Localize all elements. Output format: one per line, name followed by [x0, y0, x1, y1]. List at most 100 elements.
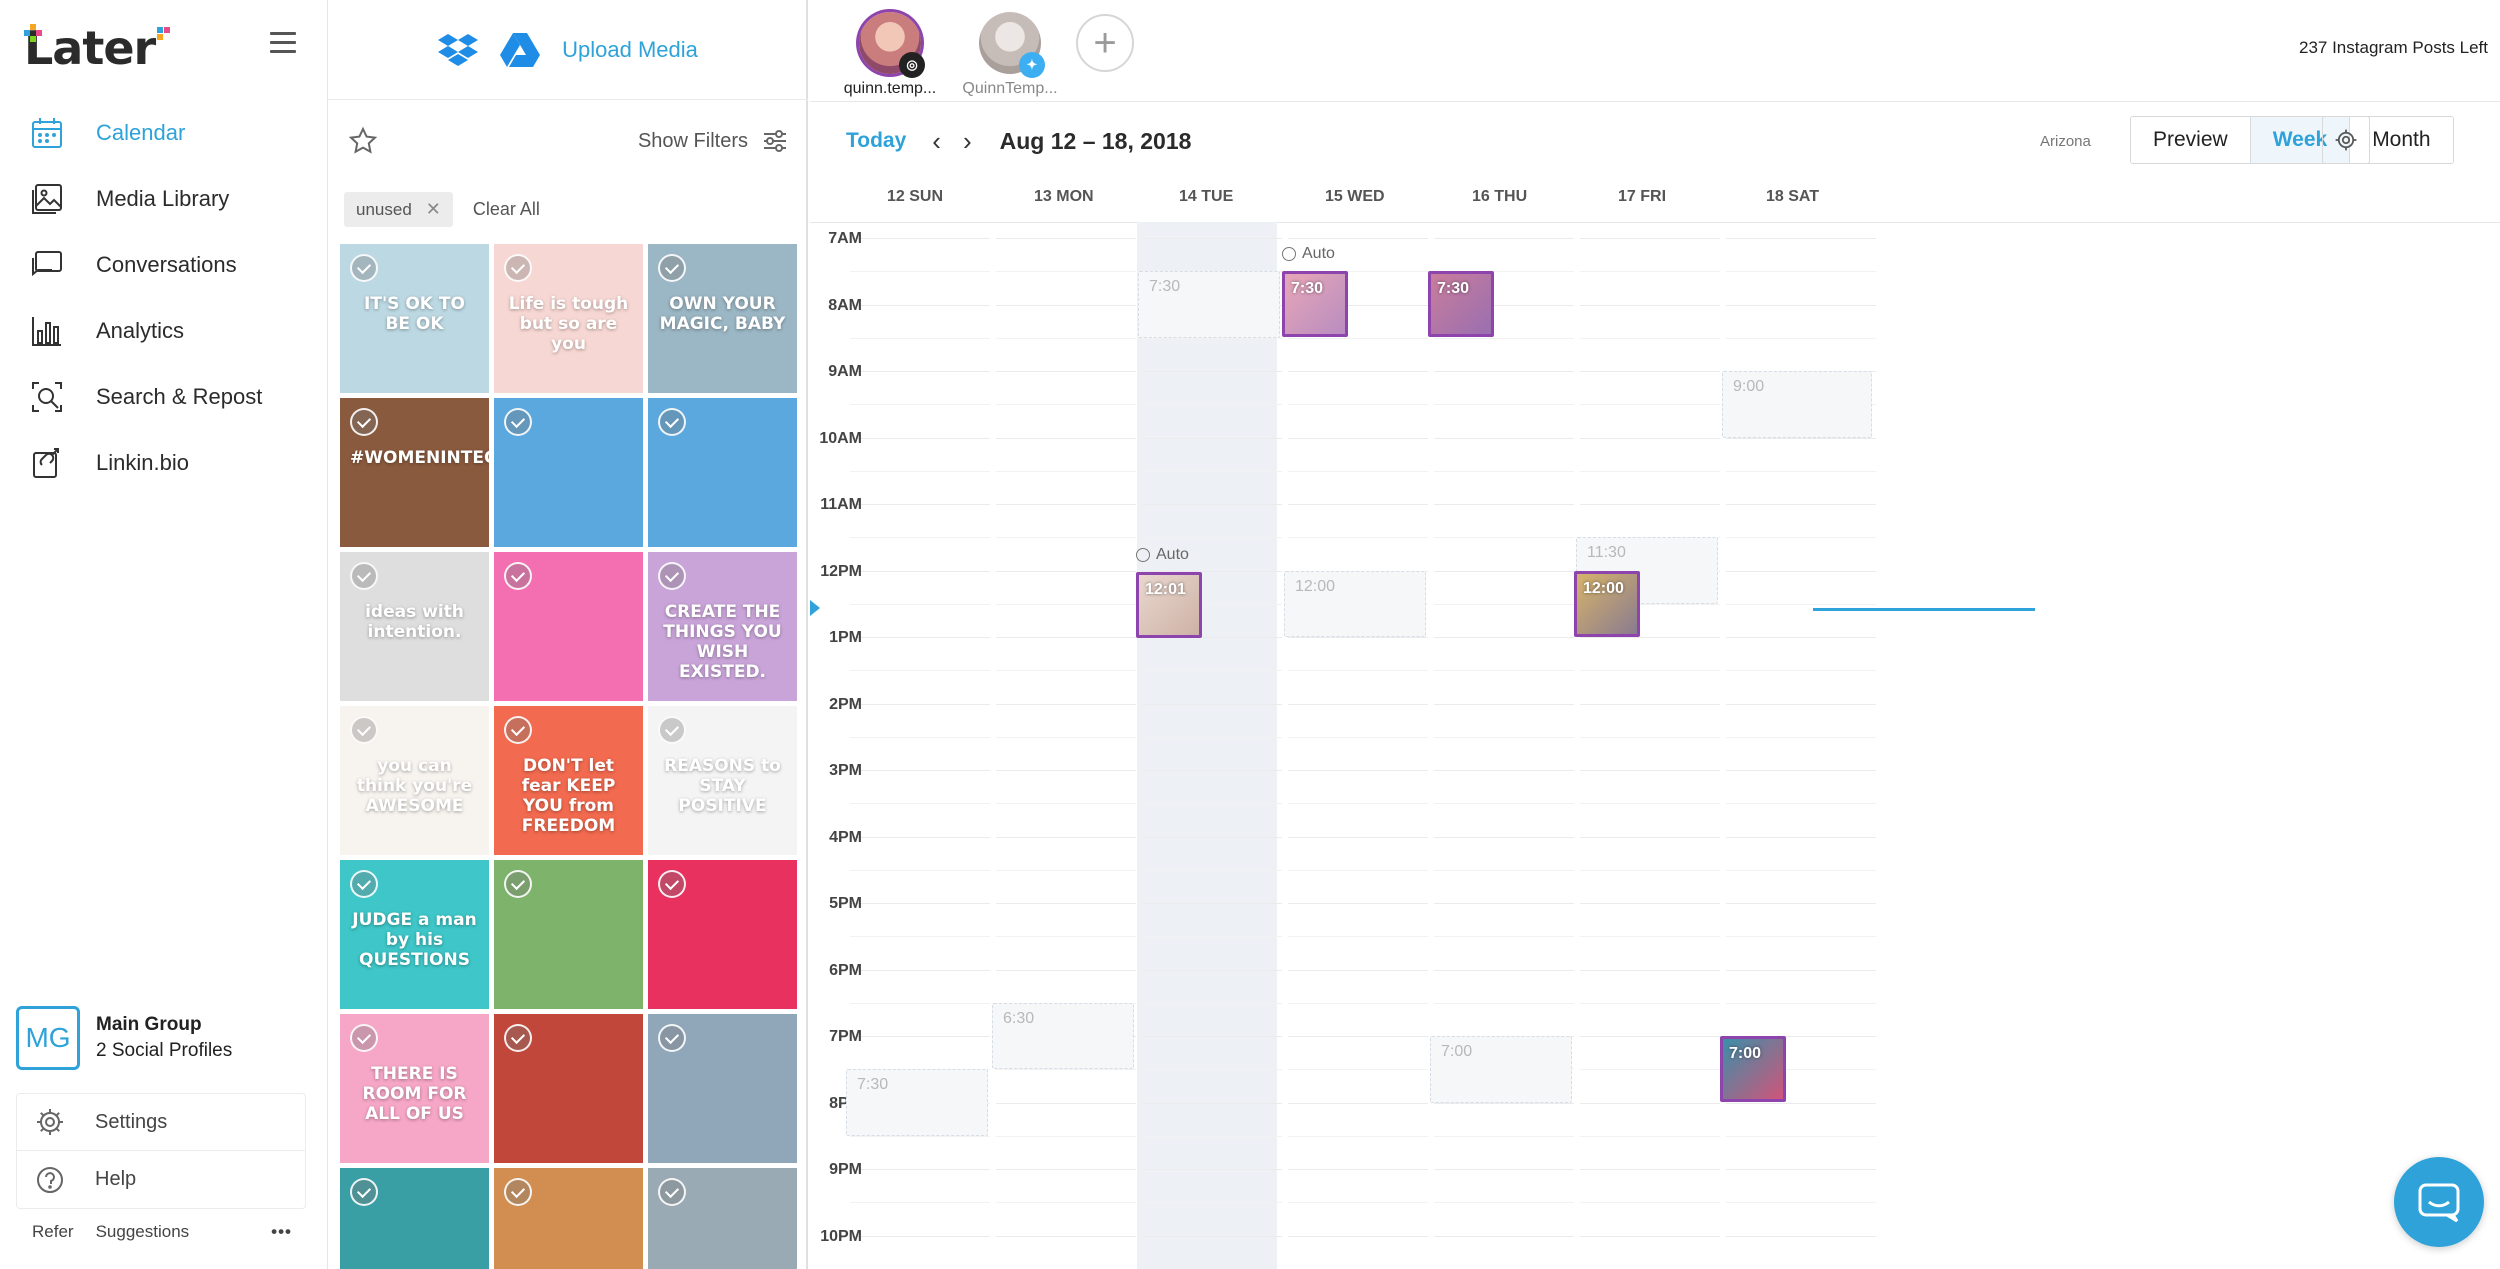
select-checkbox-icon[interactable]: [504, 1178, 532, 1206]
profile-twitter[interactable]: ✦ QuinnTemp...: [950, 12, 1070, 98]
media-tile[interactable]: you can think you're AWESOME: [340, 706, 489, 855]
select-checkbox-icon[interactable]: [350, 562, 378, 590]
select-checkbox-icon[interactable]: [350, 1178, 378, 1206]
media-tile[interactable]: [340, 1168, 489, 1269]
media-tile[interactable]: [494, 1168, 643, 1269]
select-checkbox-icon[interactable]: [504, 408, 532, 436]
close-icon[interactable]: ✕: [426, 199, 441, 220]
media-tile[interactable]: [648, 1014, 797, 1163]
chevron-right-icon[interactable]: ›: [963, 128, 972, 154]
support-chat-button[interactable]: [2394, 1157, 2484, 1247]
empty-time-slot[interactable]: 9:00: [1722, 371, 1872, 438]
media-tile[interactable]: REASONS to STAY POSITIVE: [648, 706, 797, 855]
media-tile[interactable]: [494, 860, 643, 1009]
media-tile[interactable]: OWN YOUR MAGIC, BABY: [648, 244, 797, 393]
nav-label: Analytics: [96, 318, 185, 343]
scheduled-post[interactable]: 12:01: [1136, 571, 1202, 638]
scheduled-post[interactable]: 7:00: [1720, 1036, 1786, 1102]
media-tile[interactable]: IT'S OK TO BE OK: [340, 244, 489, 393]
media-tile[interactable]: [494, 1014, 643, 1163]
day-column[interactable]: [1137, 222, 1277, 1269]
media-tile[interactable]: [494, 552, 643, 701]
media-tile[interactable]: [648, 398, 797, 547]
suggestions-link[interactable]: Suggestions: [96, 1222, 190, 1242]
media-tile[interactable]: DON'T let fear KEEP YOU from FREEDOM: [494, 706, 643, 855]
empty-time-slot[interactable]: 7:30: [846, 1069, 988, 1136]
auto-label: Auto: [1302, 245, 1335, 263]
today-button[interactable]: Today: [846, 129, 906, 153]
media-tile[interactable]: #WOMENINTECH: [340, 398, 489, 547]
select-checkbox-icon[interactable]: [350, 870, 378, 898]
select-checkbox-icon[interactable]: [658, 562, 686, 590]
select-checkbox-icon[interactable]: [504, 254, 532, 282]
clear-all-button[interactable]: Clear All: [473, 199, 540, 220]
later-logo[interactable]: Later: [24, 18, 171, 78]
select-checkbox-icon[interactable]: [504, 562, 532, 590]
empty-time-slot[interactable]: 12:00: [1284, 570, 1426, 637]
date-range: Aug 12 – 18, 2018: [999, 127, 1192, 154]
nav-item-search-repost[interactable]: Search & Repost: [0, 364, 328, 430]
calendar-settings-button[interactable]: [2322, 116, 2370, 164]
select-checkbox-icon[interactable]: [350, 254, 378, 282]
timezone-label[interactable]: Arizona: [2040, 133, 2091, 150]
chevron-left-icon[interactable]: ‹: [932, 128, 941, 154]
scheduled-post[interactable]: 12:00: [1574, 570, 1640, 637]
hour-gridline: [1142, 703, 1282, 705]
settings-link[interactable]: Settings: [17, 1094, 305, 1151]
hour-gridline: [1434, 869, 1574, 871]
upload-media-button[interactable]: Upload Media: [562, 37, 698, 63]
media-tile[interactable]: [648, 1168, 797, 1269]
hour-gridline: [1142, 470, 1282, 472]
select-checkbox-icon[interactable]: [658, 870, 686, 898]
media-tile[interactable]: JUDGE a man by his QUESTIONS: [340, 860, 489, 1009]
media-tile[interactable]: [648, 860, 797, 1009]
nav-item-analytics[interactable]: Analytics: [0, 298, 328, 364]
empty-time-slot[interactable]: 7:30: [1138, 271, 1280, 338]
hour-gridline: [996, 437, 1136, 439]
group-switcher[interactable]: MG Main Group 2 Social Profiles: [16, 1006, 232, 1070]
nav-item-conversations[interactable]: Conversations: [0, 232, 328, 298]
nav-item-media-library[interactable]: Media Library: [0, 166, 328, 232]
select-checkbox-icon[interactable]: [504, 870, 532, 898]
menu-toggle-icon[interactable]: [270, 32, 296, 54]
show-filters-button[interactable]: Show Filters: [638, 129, 788, 153]
select-checkbox-icon[interactable]: [658, 254, 686, 282]
day-column[interactable]: [994, 222, 1139, 1269]
scheduled-post[interactable]: 7:30: [1428, 271, 1494, 338]
add-profile-button[interactable]: +: [1076, 14, 1134, 72]
dropbox-icon[interactable]: [438, 32, 479, 68]
empty-time-slot[interactable]: 7:00: [1430, 1036, 1572, 1103]
post-time: 12:00: [1583, 579, 1624, 597]
more-options-icon[interactable]: •••: [271, 1222, 292, 1242]
select-checkbox-icon[interactable]: [658, 408, 686, 436]
media-tile[interactable]: [494, 398, 643, 547]
star-icon[interactable]: [348, 126, 378, 156]
select-checkbox-icon[interactable]: [350, 1024, 378, 1052]
media-tile[interactable]: ideas with intention.: [340, 552, 489, 701]
select-checkbox-icon[interactable]: [350, 716, 378, 744]
help-link[interactable]: Help: [17, 1151, 305, 1208]
select-checkbox-icon[interactable]: [504, 1024, 532, 1052]
day-column[interactable]: [1578, 222, 1725, 1269]
calendar-area: ◎ quinn.temp... ✦ QuinnTemp... + 237 Ins…: [810, 0, 2500, 1269]
google-drive-icon[interactable]: [500, 32, 541, 67]
scheduled-post[interactable]: 7:30: [1282, 271, 1348, 338]
nav-item-linkin-bio[interactable]: Linkin.bio: [0, 430, 328, 496]
select-checkbox-icon[interactable]: [658, 1178, 686, 1206]
filter-tag-unused[interactable]: unused ✕: [344, 192, 453, 227]
media-tile[interactable]: THERE IS ROOM FOR ALL OF US: [340, 1014, 489, 1163]
empty-time-slot[interactable]: 6:30: [992, 1002, 1134, 1070]
select-checkbox-icon[interactable]: [658, 716, 686, 744]
nav-footer: Refer Suggestions •••: [32, 1222, 292, 1242]
nav-item-calendar[interactable]: Calendar: [0, 100, 328, 166]
hour-gridline: [1288, 371, 1428, 372]
refer-link[interactable]: Refer: [32, 1222, 74, 1242]
view-preview-button[interactable]: Preview: [2131, 117, 2251, 163]
select-checkbox-icon[interactable]: [504, 716, 532, 744]
day-column[interactable]: [1285, 222, 1432, 1269]
select-checkbox-icon[interactable]: [350, 408, 378, 436]
select-checkbox-icon[interactable]: [658, 1024, 686, 1052]
media-tile[interactable]: Life is tough but so are you: [494, 244, 643, 393]
profile-instagram[interactable]: ◎ quinn.temp...: [830, 12, 950, 98]
media-tile[interactable]: CREATE THE THINGS YOU WISH EXISTED.: [648, 552, 797, 701]
